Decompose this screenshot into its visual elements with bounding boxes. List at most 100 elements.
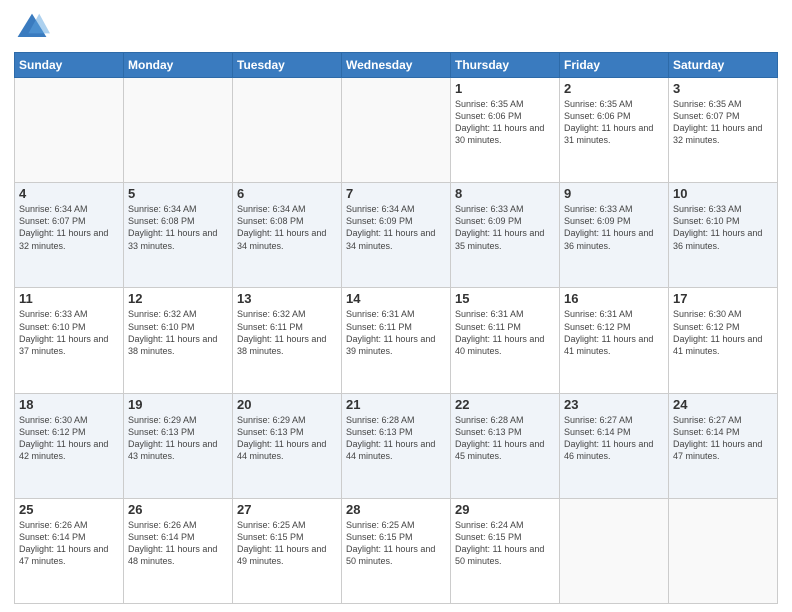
day-info: Sunrise: 6:27 AM Sunset: 6:14 PM Dayligh… [564, 414, 664, 463]
table-row: 27 Sunrise: 6:25 AM Sunset: 6:15 PM Dayli… [233, 498, 342, 603]
day-number: 22 [455, 397, 555, 412]
day-number: 26 [128, 502, 228, 517]
day-info: Sunrise: 6:34 AM Sunset: 6:08 PM Dayligh… [128, 203, 228, 252]
day-number: 24 [673, 397, 773, 412]
day-number: 27 [237, 502, 337, 517]
day-number: 25 [19, 502, 119, 517]
col-thursday: Thursday [451, 53, 560, 78]
day-number: 5 [128, 186, 228, 201]
table-row: 5 Sunrise: 6:34 AM Sunset: 6:08 PM Daylig… [124, 183, 233, 288]
table-row: 10 Sunrise: 6:33 AM Sunset: 6:10 PM Dayli… [669, 183, 778, 288]
table-row: 2 Sunrise: 6:35 AM Sunset: 6:06 PM Daylig… [560, 78, 669, 183]
day-number: 1 [455, 81, 555, 96]
day-info: Sunrise: 6:27 AM Sunset: 6:14 PM Dayligh… [673, 414, 773, 463]
day-info: Sunrise: 6:28 AM Sunset: 6:13 PM Dayligh… [455, 414, 555, 463]
calendar-body: 1 Sunrise: 6:35 AM Sunset: 6:06 PM Daylig… [15, 78, 778, 604]
day-info: Sunrise: 6:35 AM Sunset: 6:07 PM Dayligh… [673, 98, 773, 147]
day-number: 23 [564, 397, 664, 412]
day-info: Sunrise: 6:32 AM Sunset: 6:10 PM Dayligh… [128, 308, 228, 357]
table-row [342, 78, 451, 183]
day-info: Sunrise: 6:25 AM Sunset: 6:15 PM Dayligh… [237, 519, 337, 568]
day-info: Sunrise: 6:26 AM Sunset: 6:14 PM Dayligh… [19, 519, 119, 568]
day-info: Sunrise: 6:26 AM Sunset: 6:14 PM Dayligh… [128, 519, 228, 568]
table-row [15, 78, 124, 183]
table-row: 20Sunrise: 6:29 AM Sunset: 6:13 PM Dayli… [233, 393, 342, 498]
table-row: 26 Sunrise: 6:26 AM Sunset: 6:14 PM Dayli… [124, 498, 233, 603]
day-number: 6 [237, 186, 337, 201]
day-info: Sunrise: 6:31 AM Sunset: 6:11 PM Dayligh… [346, 308, 446, 357]
table-row: 7Sunrise: 6:34 AM Sunset: 6:09 PM Daylig… [342, 183, 451, 288]
table-row: 19 Sunrise: 6:29 AM Sunset: 6:13 PM Dayli… [124, 393, 233, 498]
table-row: 14 Sunrise: 6:31 AM Sunset: 6:11 PM Dayli… [342, 288, 451, 393]
table-row: 24 Sunrise: 6:27 AM Sunset: 6:14 PM Dayli… [669, 393, 778, 498]
table-row: 25 Sunrise: 6:26 AM Sunset: 6:14 PM Dayli… [15, 498, 124, 603]
day-info: Sunrise: 6:30 AM Sunset: 6:12 PM Dayligh… [673, 308, 773, 357]
table-row: 12Sunrise: 6:32 AM Sunset: 6:10 PM Dayli… [124, 288, 233, 393]
calendar-week-row: 11 Sunrise: 6:33 AM Sunset: 6:10 PM Dayli… [15, 288, 778, 393]
table-row: 13 Sunrise: 6:32 AM Sunset: 6:11 PM Dayli… [233, 288, 342, 393]
table-row: 1 Sunrise: 6:35 AM Sunset: 6:06 PM Daylig… [451, 78, 560, 183]
table-row: 4 Sunrise: 6:34 AM Sunset: 6:07 PM Daylig… [15, 183, 124, 288]
table-row: 3 Sunrise: 6:35 AM Sunset: 6:07 PM Daylig… [669, 78, 778, 183]
table-row: 23 Sunrise: 6:27 AM Sunset: 6:14 PM Dayli… [560, 393, 669, 498]
calendar-week-row: 25 Sunrise: 6:26 AM Sunset: 6:14 PM Dayli… [15, 498, 778, 603]
table-row: 22 Sunrise: 6:28 AM Sunset: 6:13 PM Dayli… [451, 393, 560, 498]
day-info: Sunrise: 6:30 AM Sunset: 6:12 PM Dayligh… [19, 414, 119, 463]
day-number: 11 [19, 291, 119, 306]
day-number: 16 [564, 291, 664, 306]
table-row [124, 78, 233, 183]
day-number: 13 [237, 291, 337, 306]
col-wednesday: Wednesday [342, 53, 451, 78]
day-number: 29 [455, 502, 555, 517]
page: Sunday Monday Tuesday Wednesday Thursday… [0, 0, 792, 612]
calendar-week-row: 18Sunrise: 6:30 AM Sunset: 6:12 PM Dayli… [15, 393, 778, 498]
table-row: 17 Sunrise: 6:30 AM Sunset: 6:12 PM Dayli… [669, 288, 778, 393]
day-number: 10 [673, 186, 773, 201]
col-sunday: Sunday [15, 53, 124, 78]
calendar-table: Sunday Monday Tuesday Wednesday Thursday… [14, 52, 778, 604]
logo-icon [14, 10, 50, 46]
table-row: 16 Sunrise: 6:31 AM Sunset: 6:12 PM Dayli… [560, 288, 669, 393]
day-number: 2 [564, 81, 664, 96]
day-info: Sunrise: 6:35 AM Sunset: 6:06 PM Dayligh… [455, 98, 555, 147]
day-info: Sunrise: 6:33 AM Sunset: 6:10 PM Dayligh… [673, 203, 773, 252]
day-info: Sunrise: 6:24 AM Sunset: 6:15 PM Dayligh… [455, 519, 555, 568]
day-number: 17 [673, 291, 773, 306]
day-info: Sunrise: 6:28 AM Sunset: 6:13 PM Dayligh… [346, 414, 446, 463]
day-info: Sunrise: 6:29 AM Sunset: 6:13 PM Dayligh… [237, 414, 337, 463]
col-friday: Friday [560, 53, 669, 78]
day-info: Sunrise: 6:34 AM Sunset: 6:08 PM Dayligh… [237, 203, 337, 252]
table-row: 6 Sunrise: 6:34 AM Sunset: 6:08 PM Daylig… [233, 183, 342, 288]
table-row [669, 498, 778, 603]
table-row: 18Sunrise: 6:30 AM Sunset: 6:12 PM Dayli… [15, 393, 124, 498]
day-info: Sunrise: 6:31 AM Sunset: 6:12 PM Dayligh… [564, 308, 664, 357]
col-saturday: Saturday [669, 53, 778, 78]
day-number: 15 [455, 291, 555, 306]
day-info: Sunrise: 6:31 AM Sunset: 6:11 PM Dayligh… [455, 308, 555, 357]
day-info: Sunrise: 6:35 AM Sunset: 6:06 PM Dayligh… [564, 98, 664, 147]
day-info: Sunrise: 6:32 AM Sunset: 6:11 PM Dayligh… [237, 308, 337, 357]
day-number: 21 [346, 397, 446, 412]
table-row: 9Sunrise: 6:33 AM Sunset: 6:09 PM Daylig… [560, 183, 669, 288]
day-number: 14 [346, 291, 446, 306]
table-row: 15 Sunrise: 6:31 AM Sunset: 6:11 PM Dayli… [451, 288, 560, 393]
day-number: 9 [564, 186, 664, 201]
table-row: 28Sunrise: 6:25 AM Sunset: 6:15 PM Dayli… [342, 498, 451, 603]
table-row: 29 Sunrise: 6:24 AM Sunset: 6:15 PM Dayli… [451, 498, 560, 603]
day-number: 3 [673, 81, 773, 96]
day-number: 28 [346, 502, 446, 517]
day-number: 19 [128, 397, 228, 412]
calendar-week-row: 4 Sunrise: 6:34 AM Sunset: 6:07 PM Daylig… [15, 183, 778, 288]
logo [14, 10, 54, 46]
table-row: 11 Sunrise: 6:33 AM Sunset: 6:10 PM Dayli… [15, 288, 124, 393]
table-row [560, 498, 669, 603]
day-info: Sunrise: 6:34 AM Sunset: 6:07 PM Dayligh… [19, 203, 119, 252]
calendar-week-row: 1 Sunrise: 6:35 AM Sunset: 6:06 PM Daylig… [15, 78, 778, 183]
day-info: Sunrise: 6:29 AM Sunset: 6:13 PM Dayligh… [128, 414, 228, 463]
col-monday: Monday [124, 53, 233, 78]
table-row: 8Sunrise: 6:33 AM Sunset: 6:09 PM Daylig… [451, 183, 560, 288]
day-info: Sunrise: 6:33 AM Sunset: 6:10 PM Dayligh… [19, 308, 119, 357]
table-row: 21 Sunrise: 6:28 AM Sunset: 6:13 PM Dayli… [342, 393, 451, 498]
day-number: 4 [19, 186, 119, 201]
day-number: 7 [346, 186, 446, 201]
